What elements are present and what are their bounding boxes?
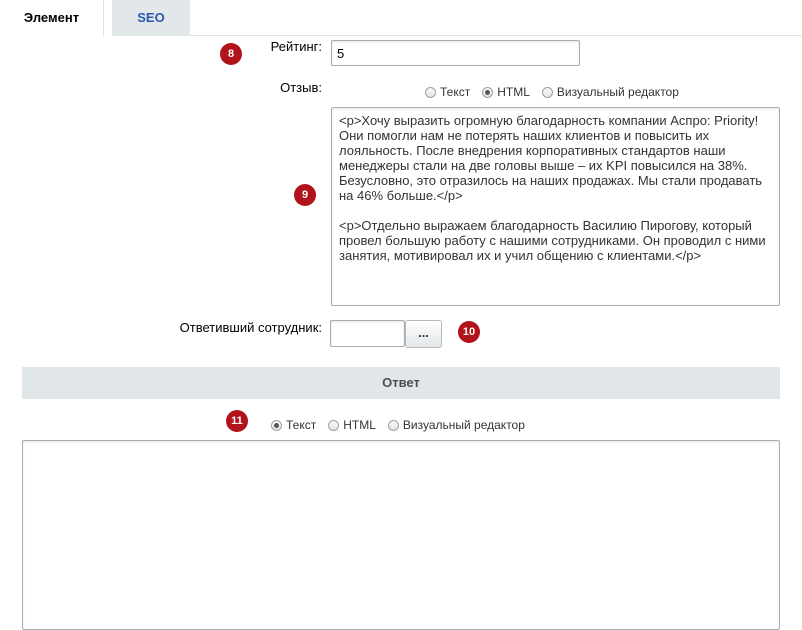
review-mode-visual-label: Визуальный редактор	[556, 85, 679, 99]
review-mode-group: Текст HTML Визуальный редактор	[425, 85, 691, 99]
review-mode-text[interactable]: Текст	[425, 85, 470, 99]
review-label: Отзыв:	[280, 80, 322, 95]
tab-bar: Элемент SEO	[0, 0, 802, 36]
review-mode-visual[interactable]: Визуальный редактор	[541, 85, 679, 99]
radio-icon[interactable]	[425, 86, 436, 98]
answer-mode-visual[interactable]: Визуальный редактор	[387, 418, 525, 432]
radio-checked-icon[interactable]	[482, 86, 494, 98]
badge-11: 11	[226, 410, 248, 432]
rating-input[interactable]	[331, 40, 580, 66]
radio-checked-icon[interactable]	[271, 419, 282, 431]
badge-10: 10	[458, 321, 480, 343]
answer-mode-visual-label: Визуальный редактор	[402, 418, 525, 432]
radio-icon[interactable]	[387, 419, 399, 431]
tab-divider	[190, 35, 802, 36]
radio-icon[interactable]	[541, 86, 553, 98]
radio-icon[interactable]	[328, 419, 340, 431]
employee-select-button[interactable]: ...	[405, 320, 442, 348]
answer-mode-html-label: HTML	[343, 418, 376, 432]
employee-input[interactable]	[330, 320, 405, 347]
answer-section-header: Ответ	[22, 367, 780, 399]
tab-seo[interactable]: SEO	[112, 0, 190, 36]
tab-element[interactable]: Элемент	[0, 0, 104, 36]
badge-9: 9	[294, 184, 316, 206]
employee-label: Ответивший сотрудник:	[179, 320, 322, 335]
answer-mode-html[interactable]: HTML	[328, 418, 376, 432]
answer-mode-text-label: Текст	[286, 418, 317, 432]
review-mode-html-label: HTML	[497, 85, 530, 99]
answer-mode-text[interactable]: Текст	[271, 418, 316, 432]
rating-label: Рейтинг:	[270, 39, 322, 54]
answer-mode-group: Текст HTML Визуальный редактор	[271, 418, 537, 432]
review-textarea[interactable]: <p>Хочу выразить огромную благодарность …	[331, 107, 780, 306]
review-mode-text-label: Текст	[440, 85, 471, 99]
review-mode-html[interactable]: HTML	[482, 85, 530, 99]
answer-textarea[interactable]	[22, 440, 780, 630]
